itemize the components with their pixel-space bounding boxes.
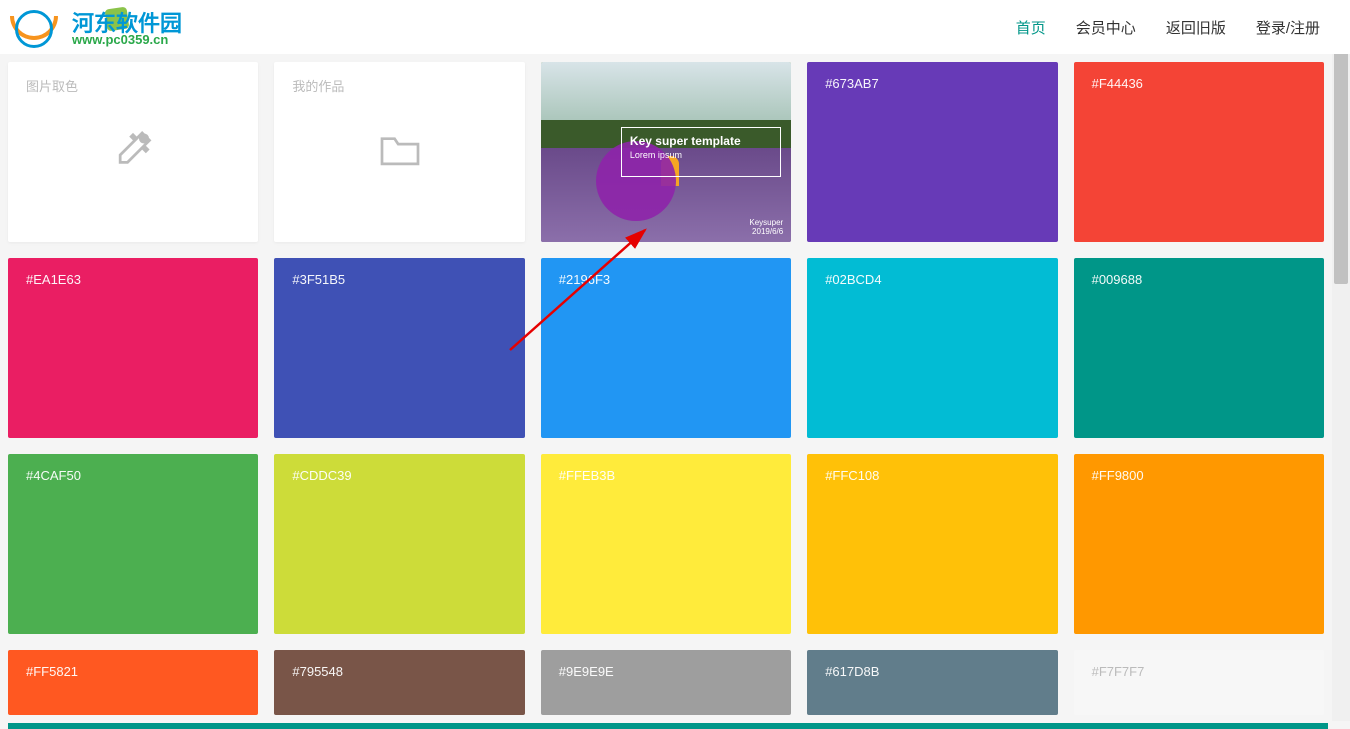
template-card[interactable]: Key super template Lorem ipsum Keysuper … <box>541 62 791 242</box>
color-label: #FFC108 <box>825 468 879 483</box>
eyedropper-icon <box>111 128 155 177</box>
template-footer-name: Keysuper <box>749 218 783 227</box>
my-works-card[interactable]: 我的作品 <box>274 62 524 242</box>
color-swatch-FFC108[interactable]: #FFC108 <box>807 454 1057 634</box>
nav: 首页 会员中心 返回旧版 登录/注册 <box>1016 17 1320 38</box>
color-swatch-4CAF50[interactable]: #4CAF50 <box>8 454 258 634</box>
site-logo[interactable]: 河东软件园 www.pc0359.cn <box>10 2 210 52</box>
color-swatch-617D8B[interactable]: #617D8B <box>807 650 1057 715</box>
color-label: #795548 <box>292 664 343 679</box>
template-title: Key super template <box>630 134 772 148</box>
color-swatch-F7F7F7[interactable]: #F7F7F7 <box>1074 650 1324 715</box>
color-label: #F44436 <box>1092 76 1143 91</box>
color-swatch-F44436[interactable]: #F44436 <box>1074 62 1324 242</box>
color-label: #3F51B5 <box>292 272 345 287</box>
header: 河东软件园 www.pc0359.cn 首页 会员中心 返回旧版 登录/注册 <box>0 0 1350 54</box>
color-label: #FFEB3B <box>559 468 615 483</box>
color-swatch-795548[interactable]: #795548 <box>274 650 524 715</box>
color-picker-label: 图片取色 <box>26 76 78 95</box>
template-subtitle: Lorem ipsum <box>630 150 772 160</box>
color-swatch-FF9800[interactable]: #FF9800 <box>1074 454 1324 634</box>
color-picker-card[interactable]: 图片取色 <box>8 62 258 242</box>
color-swatch-673AB7[interactable]: #673AB7 <box>807 62 1057 242</box>
color-swatch-FFEB3B[interactable]: #FFEB3B <box>541 454 791 634</box>
color-swatch-FF5821[interactable]: #FF5821 <box>8 650 258 715</box>
color-swatch-009688[interactable]: #009688 <box>1074 258 1324 438</box>
nav-member[interactable]: 会员中心 <box>1076 17 1136 38</box>
nav-oldversion[interactable]: 返回旧版 <box>1166 17 1226 38</box>
template-footer-date: 2019/6/6 <box>749 227 783 236</box>
my-works-label: 我的作品 <box>292 76 344 95</box>
color-swatch-02BCD4[interactable]: #02BCD4 <box>807 258 1057 438</box>
folder-icon <box>378 132 422 173</box>
color-label: #F7F7F7 <box>1092 664 1145 679</box>
color-label: #EA1E63 <box>26 272 81 287</box>
color-label: #CDDC39 <box>292 468 351 483</box>
color-swatch-9E9E9E[interactable]: #9E9E9E <box>541 650 791 715</box>
color-label: #9E9E9E <box>559 664 614 679</box>
color-label: #FF9800 <box>1092 468 1144 483</box>
color-label: #009688 <box>1092 272 1143 287</box>
color-label: #4CAF50 <box>26 468 81 483</box>
color-label: #FF5821 <box>26 664 78 679</box>
color-label: #2196F3 <box>559 272 610 287</box>
logo-url: www.pc0359.cn <box>72 32 168 47</box>
nav-login[interactable]: 登录/注册 <box>1256 17 1320 38</box>
color-swatch-EA1E63[interactable]: #EA1E63 <box>8 258 258 438</box>
bottom-accent-bar <box>8 723 1328 729</box>
color-label: #02BCD4 <box>825 272 881 287</box>
scrollbar-track[interactable] <box>1332 0 1350 721</box>
color-swatch-2196F3[interactable]: #2196F3 <box>541 258 791 438</box>
color-label: #673AB7 <box>825 76 879 91</box>
nav-home[interactable]: 首页 <box>1016 17 1046 38</box>
color-swatch-CDDC39[interactable]: #CDDC39 <box>274 454 524 634</box>
color-label: #617D8B <box>825 664 879 679</box>
color-swatch-3F51B5[interactable]: #3F51B5 <box>274 258 524 438</box>
content: 图片取色 我的作品 Key super template Lorem ipsum… <box>0 54 1332 721</box>
